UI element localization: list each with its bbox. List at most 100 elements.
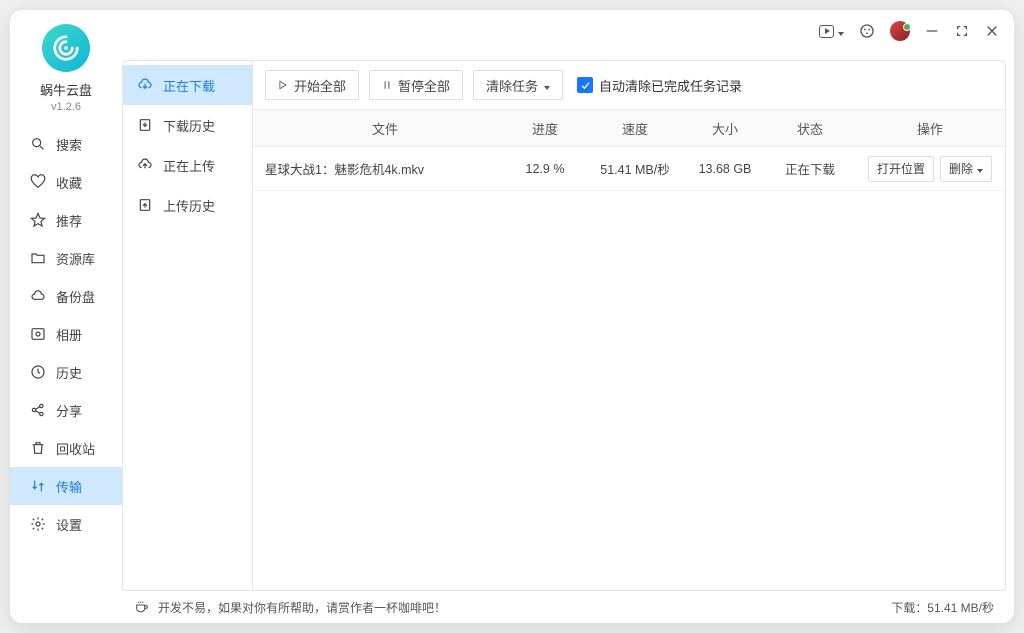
app-version: v1.2.6 — [51, 101, 81, 113]
body-area: 蜗牛云盘 v1.2.6 搜索收藏推荐资源库备份盘相册历史分享回收站传输设置 正在… — [10, 52, 1014, 623]
sidebar-item-label: 资源库 — [56, 249, 95, 268]
start-all-button[interactable]: 开始全部 — [265, 70, 359, 100]
table-row: 星球大战1：魅影危机4k.mkv12.9 %51.41 MB/秒13.68 GB… — [253, 147, 1005, 191]
minimize-button[interactable] — [924, 23, 940, 39]
gear-icon — [30, 516, 46, 532]
sidebar-item-label: 相册 — [56, 325, 82, 344]
tab-download-history[interactable]: 下载历史 — [123, 105, 252, 145]
sidebar-item-heart[interactable]: 收藏 — [10, 163, 122, 201]
app-name: 蜗牛云盘 — [40, 80, 92, 99]
table-header: 文件 进度 速度 大小 状态 操作 — [253, 109, 1005, 147]
cell-status: 正在下载 — [765, 159, 855, 178]
caret-down-icon — [838, 24, 844, 39]
start-all-label: 开始全部 — [294, 76, 346, 95]
coffee-icon — [134, 599, 150, 615]
cell-file: 星球大战1：魅影危机4k.mkv — [253, 159, 505, 178]
tab-upload-history[interactable]: 上传历史 — [123, 185, 252, 225]
col-header-speed: 速度 — [585, 119, 685, 138]
sidebar-item-label: 回收站 — [56, 439, 95, 458]
tab-label: 正在上传 — [163, 156, 215, 175]
folder-icon — [30, 250, 46, 266]
cell-actions: 打开位置删除 — [855, 156, 1005, 182]
sidebar-item-label: 推荐 — [56, 211, 82, 230]
clear-tasks-button[interactable]: 清除任务 — [473, 70, 563, 100]
player-dropdown[interactable] — [819, 24, 844, 39]
upload-history-icon — [137, 197, 153, 213]
table-body: 星球大战1：魅影危机4k.mkv12.9 %51.41 MB/秒13.68 GB… — [253, 147, 1005, 191]
avatar-icon — [890, 21, 910, 41]
trash-icon — [30, 440, 46, 456]
col-header-size: 大小 — [685, 119, 765, 138]
open-location-button[interactable]: 打开位置 — [868, 156, 934, 182]
cloud-upload-icon — [137, 157, 153, 173]
sidebar-item-label: 设置 — [56, 515, 82, 534]
maximize-button[interactable] — [954, 23, 970, 39]
sidebar-item-label: 搜索 — [56, 135, 82, 154]
col-header-file: 文件 — [253, 119, 505, 138]
heart-icon — [30, 174, 46, 190]
sidebar: 蜗牛云盘 v1.2.6 搜索收藏推荐资源库备份盘相册历史分享回收站传输设置 — [10, 52, 122, 623]
sidebar-item-label: 历史 — [56, 363, 82, 382]
sidebar-item-clock[interactable]: 历史 — [10, 353, 122, 391]
sidebar-item-cloud[interactable]: 备份盘 — [10, 277, 122, 315]
toolbar: 开始全部 暂停全部 清除任务 — [253, 61, 1005, 109]
star-icon — [30, 212, 46, 228]
pause-all-label: 暂停全部 — [398, 76, 450, 95]
sidebar-item-star[interactable]: 推荐 — [10, 201, 122, 239]
close-button[interactable] — [984, 23, 1000, 39]
nav-list: 搜索收藏推荐资源库备份盘相册历史分享回收站传输设置 — [10, 125, 122, 543]
content-main: 正在下载下载历史正在上传上传历史 开始全部 暂停全部 清除任务 — [122, 60, 1006, 591]
share-icon — [30, 402, 46, 418]
search-icon — [30, 136, 46, 152]
caret-down-icon — [977, 162, 983, 176]
avatar-button[interactable] — [890, 21, 910, 41]
statusbar-download: 下载：51.41 MB/秒 — [891, 599, 994, 616]
sidebar-item-label: 收藏 — [56, 173, 82, 192]
col-header-progress: 进度 — [505, 119, 585, 138]
clock-icon — [30, 364, 46, 380]
auto-clear-checkbox[interactable]: 自动清除已完成任务记录 — [577, 76, 742, 95]
content-area: 正在下载下载历史正在上传上传历史 开始全部 暂停全部 清除任务 — [122, 52, 1014, 623]
download-label: 下载： — [891, 601, 927, 615]
sidebar-item-folder[interactable]: 资源库 — [10, 239, 122, 277]
coffee-text[interactable]: 开发不易，如果对你有所帮助，请赏作者一杯咖啡吧！ — [158, 599, 446, 616]
download-speed: 51.41 MB/秒 — [927, 601, 994, 615]
tab-cloud-download[interactable]: 正在下载 — [123, 65, 252, 105]
auto-clear-label: 自动清除已完成任务记录 — [599, 76, 742, 95]
checkbox-checked-icon — [577, 77, 593, 93]
sidebar-item-label: 分享 — [56, 401, 82, 420]
cell-speed: 51.41 MB/秒 — [585, 159, 685, 178]
photo-icon — [30, 326, 46, 342]
cloud-icon — [30, 288, 46, 304]
app-window: 蜗牛云盘 v1.2.6 搜索收藏推荐资源库备份盘相册历史分享回收站传输设置 正在… — [10, 10, 1014, 623]
cell-size: 13.68 GB — [685, 162, 765, 176]
sidebar-item-gear[interactable]: 设置 — [10, 505, 122, 543]
clear-tasks-label: 清除任务 — [486, 76, 538, 95]
sidebar-item-label: 传输 — [56, 477, 82, 496]
sidebar-item-photo[interactable]: 相册 — [10, 315, 122, 353]
sidebar-item-search[interactable]: 搜索 — [10, 125, 122, 163]
tab-cloud-upload[interactable]: 正在上传 — [123, 145, 252, 185]
caret-down-icon — [544, 78, 550, 93]
theme-button[interactable] — [858, 22, 876, 40]
delete-button[interactable]: 删除 — [940, 156, 992, 182]
download-history-icon — [137, 117, 153, 133]
transfer-panel: 开始全部 暂停全部 清除任务 — [253, 61, 1005, 590]
app-logo — [42, 24, 90, 72]
transfer-tabs: 正在下载下载历史正在上传上传历史 — [123, 61, 253, 590]
col-header-actions: 操作 — [855, 119, 1005, 138]
pause-icon — [382, 80, 392, 90]
sidebar-item-share[interactable]: 分享 — [10, 391, 122, 429]
tab-label: 下载历史 — [163, 116, 215, 135]
cell-progress: 12.9 % — [505, 162, 585, 176]
transfer-icon — [30, 478, 46, 494]
titlebar — [10, 10, 1014, 52]
sidebar-item-trash[interactable]: 回收站 — [10, 429, 122, 467]
tab-label: 正在下载 — [163, 76, 215, 95]
col-header-status: 状态 — [765, 119, 855, 138]
play-box-icon — [819, 25, 834, 38]
statusbar: 开发不易，如果对你有所帮助，请赏作者一杯咖啡吧！ 下载：51.41 MB/秒 — [122, 591, 1006, 623]
sidebar-item-transfer[interactable]: 传输 — [10, 467, 122, 505]
play-icon — [278, 80, 288, 90]
pause-all-button[interactable]: 暂停全部 — [369, 70, 463, 100]
